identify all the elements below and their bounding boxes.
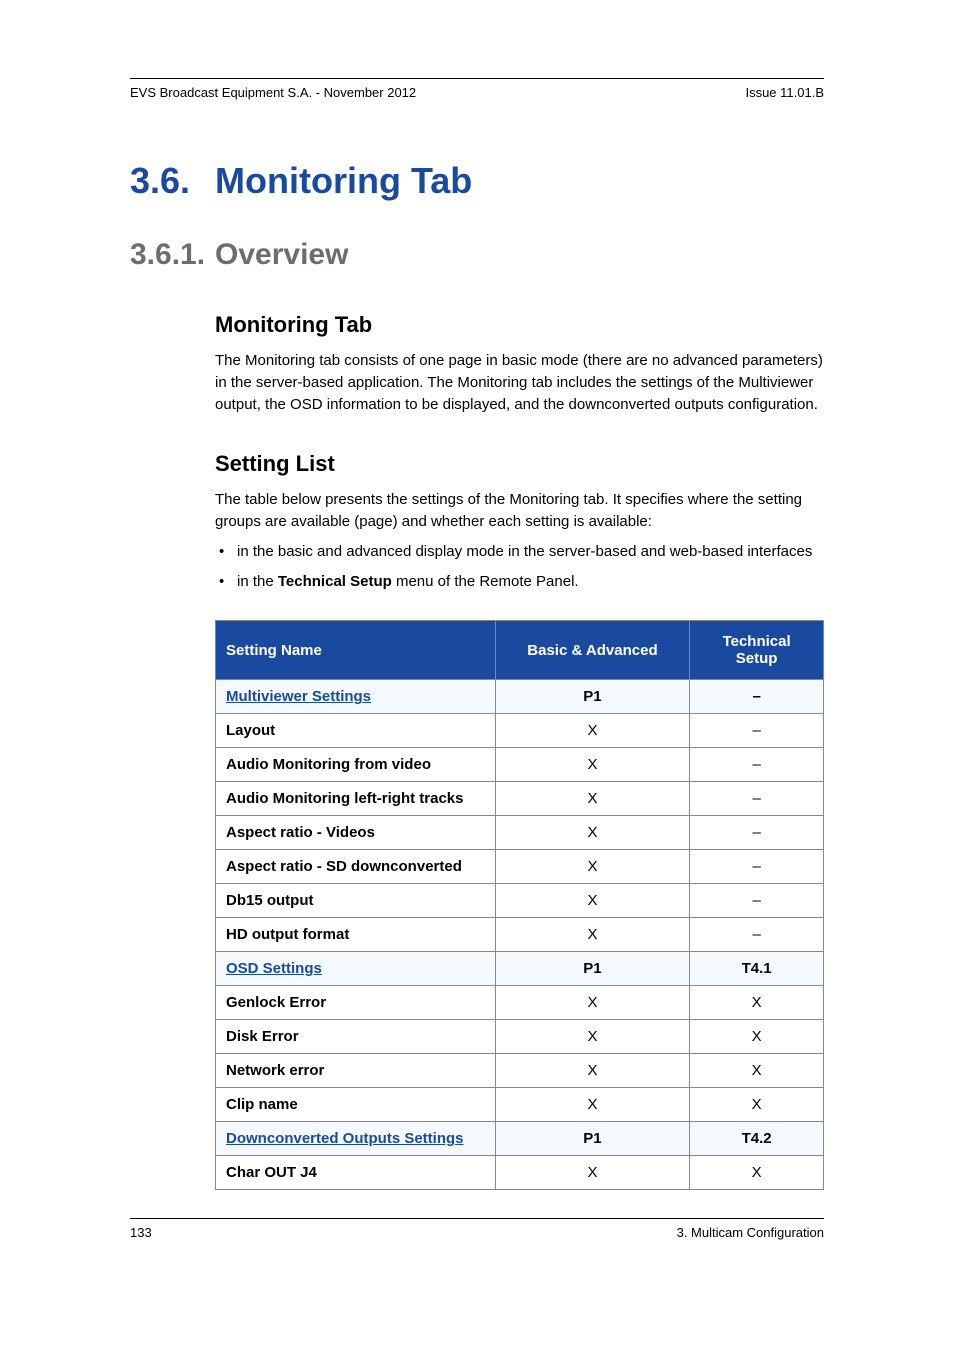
table-row: Audio Monitoring left-right tracksX– — [216, 782, 824, 816]
table-row: Multiviewer Settings P1– — [216, 680, 824, 714]
heading-1-text: Monitoring Tab — [215, 160, 472, 202]
table-cell-basic-advanced: X — [495, 918, 690, 952]
table-row: Char OUT J4XX — [216, 1156, 824, 1190]
table-cell-setting-name: Genlock Error — [216, 986, 496, 1020]
footer-line: 133 3. Multicam Configuration — [130, 1225, 824, 1240]
table-cell-basic-advanced: X — [495, 884, 690, 918]
table-cell-technical-setup: X — [690, 1088, 824, 1122]
section-title-monitoring-tab: Monitoring Tab — [215, 312, 824, 338]
table-cell-technical-setup: X — [690, 1054, 824, 1088]
table-header-technical-setup: Technical Setup — [690, 621, 824, 680]
bullet-text-post: menu of the Remote Panel. — [392, 573, 579, 590]
heading-2: 3.6.1. Overview — [130, 238, 824, 272]
table-cell-technical-setup: – — [690, 816, 824, 850]
heading-1-number: 3.6. — [130, 160, 215, 202]
table-cell-technical-setup: – — [690, 782, 824, 816]
table-cell-technical-setup: – — [690, 714, 824, 748]
table-cell-setting-name: Aspect ratio - Videos — [216, 816, 496, 850]
table-cell-basic-advanced: X — [495, 1020, 690, 1054]
section-body-setting-list: The table below presents the settings of… — [215, 489, 824, 533]
table-cell-setting-name: Downconverted Outputs Settings — [216, 1122, 496, 1156]
table-cell-basic-advanced: X — [495, 850, 690, 884]
table-cell-technical-setup: – — [690, 884, 824, 918]
header-left: EVS Broadcast Equipment S.A. - November … — [130, 85, 416, 100]
table-cell-basic-advanced: X — [495, 748, 690, 782]
page: EVS Broadcast Equipment S.A. - November … — [0, 0, 954, 1350]
table-cell-technical-setup: – — [690, 748, 824, 782]
table-cell-setting-name: Char OUT J4 — [216, 1156, 496, 1190]
table-cell-setting-name: Disk Error — [216, 1020, 496, 1054]
section-body-monitoring-tab: The Monitoring tab consists of one page … — [215, 350, 824, 415]
table-row: Audio Monitoring from videoX– — [216, 748, 824, 782]
footer-chapter: 3. Multicam Configuration — [677, 1225, 824, 1240]
table-row: Db15 outputX– — [216, 884, 824, 918]
table-header-basic-advanced: Basic & Advanced — [495, 621, 690, 680]
table-cell-setting-name: Audio Monitoring left-right tracks — [216, 782, 496, 816]
bullet-text-pre: in the — [237, 573, 278, 590]
header-line: EVS Broadcast Equipment S.A. - November … — [130, 85, 824, 100]
table-cell-basic-advanced: X — [495, 782, 690, 816]
table-cell-setting-name: Network error — [216, 1054, 496, 1088]
header-right: Issue 11.01.B — [745, 85, 824, 100]
table-cell-technical-setup: T4.1 — [690, 952, 824, 986]
table-row: Genlock ErrorXX — [216, 986, 824, 1020]
table-cell-basic-advanced: X — [495, 1156, 690, 1190]
table-row: HD output formatX– — [216, 918, 824, 952]
footer-rule — [130, 1218, 824, 1219]
table-cell-basic-advanced: X — [495, 986, 690, 1020]
table-cell-basic-advanced: P1 — [495, 1122, 690, 1156]
table-cell-technical-setup: X — [690, 1156, 824, 1190]
table-header-row: Setting Name Basic & Advanced Technical … — [216, 621, 824, 680]
table-cell-basic-advanced: X — [495, 1088, 690, 1122]
table-row: Aspect ratio - SD downconvertedX– — [216, 850, 824, 884]
table-cell-technical-setup: X — [690, 986, 824, 1020]
setting-link[interactable]: OSD Settings — [226, 960, 322, 977]
table-cell-technical-setup: – — [690, 680, 824, 714]
table-cell-technical-setup: – — [690, 918, 824, 952]
table-row: Downconverted Outputs Settings P1T4.2 — [216, 1122, 824, 1156]
bullet-item: in the basic and advanced display mode i… — [215, 541, 824, 563]
table-row: Disk ErrorXX — [216, 1020, 824, 1054]
table-cell-technical-setup: – — [690, 850, 824, 884]
content-area: Monitoring Tab The Monitoring tab consis… — [215, 312, 824, 1190]
heading-2-number: 3.6.1. — [130, 238, 215, 272]
table-cell-basic-advanced: P1 — [495, 952, 690, 986]
table-cell-technical-setup: T4.2 — [690, 1122, 824, 1156]
table-cell-setting-name: OSD Settings — [216, 952, 496, 986]
table-cell-basic-advanced: P1 — [495, 680, 690, 714]
table-row: Clip nameXX — [216, 1088, 824, 1122]
heading-1: 3.6. Monitoring Tab — [130, 160, 824, 202]
table-cell-setting-name: Aspect ratio - SD downconverted — [216, 850, 496, 884]
section-title-setting-list: Setting List — [215, 451, 824, 477]
table-cell-setting-name: Db15 output — [216, 884, 496, 918]
setting-link[interactable]: Multiviewer Settings — [226, 688, 371, 705]
table-cell-basic-advanced: X — [495, 714, 690, 748]
footer: 133 3. Multicam Configuration — [130, 1218, 824, 1240]
table-cell-setting-name: Layout — [216, 714, 496, 748]
table-cell-technical-setup: X — [690, 1020, 824, 1054]
table-cell-setting-name: Multiviewer Settings — [216, 680, 496, 714]
table-row: OSD Settings P1T4.1 — [216, 952, 824, 986]
table-cell-setting-name: Clip name — [216, 1088, 496, 1122]
table-row: LayoutX– — [216, 714, 824, 748]
setting-list-bullets: in the basic and advanced display mode i… — [215, 541, 824, 593]
table-header-setting-name: Setting Name — [216, 621, 496, 680]
page-number: 133 — [130, 1225, 152, 1240]
bullet-text-bold: Technical Setup — [278, 573, 392, 590]
table-cell-setting-name: HD output format — [216, 918, 496, 952]
table-row: Network errorXX — [216, 1054, 824, 1088]
table-cell-setting-name: Audio Monitoring from video — [216, 748, 496, 782]
header-rule — [130, 78, 824, 79]
table-row: Aspect ratio - VideosX– — [216, 816, 824, 850]
table-cell-basic-advanced: X — [495, 1054, 690, 1088]
settings-table: Setting Name Basic & Advanced Technical … — [215, 620, 824, 1190]
setting-link[interactable]: Downconverted Outputs Settings — [226, 1130, 464, 1147]
bullet-item: in the Technical Setup menu of the Remot… — [215, 571, 824, 593]
table-cell-basic-advanced: X — [495, 816, 690, 850]
heading-2-text: Overview — [215, 238, 348, 272]
